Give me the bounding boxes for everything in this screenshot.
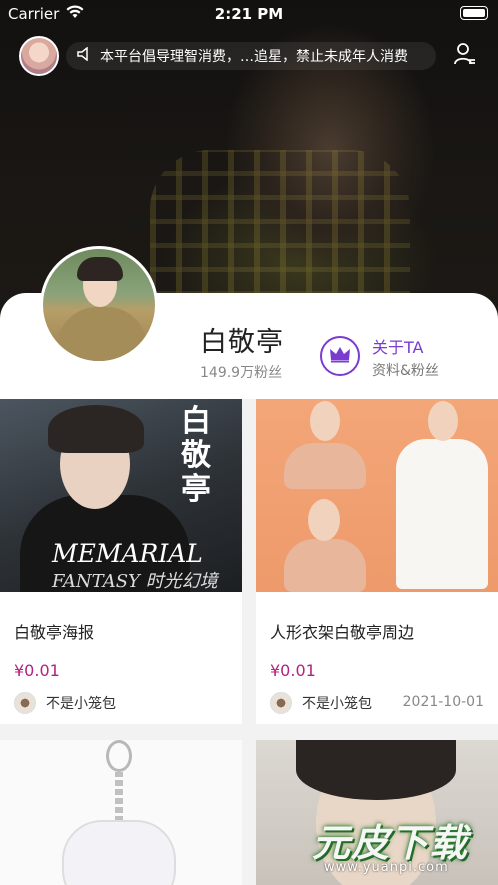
notice-text: 本平台倡导理智消费，…追星，禁止未成年人消费 — [100, 49, 408, 65]
crown-icon — [320, 336, 360, 376]
user-menu-icon[interactable] — [452, 42, 478, 68]
product-image — [256, 399, 498, 592]
product-price: ¥0.01 — [14, 661, 60, 680]
seller-info[interactable]: 不是小笼包 — [270, 691, 372, 715]
product-image — [0, 740, 242, 885]
product-card[interactable] — [0, 740, 242, 885]
watermark-logo: 元皮下载 www.yuanpi.com — [306, 808, 498, 885]
idol-name: 白敬亭 — [200, 327, 284, 358]
idol-avatar[interactable] — [40, 246, 158, 364]
notice-bar[interactable]: 本平台倡导理智消费，…追星，禁止未成年人消费 — [66, 42, 436, 70]
seller-name: 不是小笼包 — [302, 696, 372, 712]
clock: 2:21 PM — [214, 5, 284, 23]
my-avatar[interactable] — [19, 36, 59, 76]
watermark-url: www.yuanpi.com — [324, 860, 449, 875]
product-price: ¥0.01 — [270, 661, 316, 680]
poster-title: 白敬亭 — [181, 404, 211, 507]
about-title: 关于TA — [372, 338, 424, 357]
status-bar: Carrier 2:21 PM — [0, 0, 498, 28]
product-card[interactable]: 白敬亭 MEMARIAL FANTASY 时光幻境 白敬亭海报 ¥0.01 不是… — [0, 399, 242, 724]
shirt-hanger — [396, 439, 488, 589]
seller-info[interactable]: 不是小笼包 — [14, 691, 116, 715]
poster-text: MEMARIAL — [52, 539, 203, 568]
seller-avatar — [270, 692, 292, 714]
seller-name: 不是小笼包 — [46, 696, 116, 712]
about-ta-button[interactable]: 关于TA 资料&粉丝 — [320, 334, 470, 380]
seller-avatar — [14, 692, 36, 714]
product-title: 白敬亭海报 — [14, 623, 95, 642]
product-card[interactable]: 人形衣架白敬亭周边 ¥0.01 不是小笼包 2021-10-01 — [256, 399, 498, 724]
poster-subtext: FANTASY 时光幻境 — [52, 571, 218, 592]
product-image: 白敬亭 MEMARIAL FANTASY 时光幻境 — [0, 399, 242, 592]
product-title: 人形衣架白敬亭周边 — [270, 623, 415, 642]
about-subtitle: 资料&粉丝 — [372, 363, 439, 379]
post-date: 2021-10-01 — [402, 694, 484, 710]
watermark-brand: 元皮下载 — [312, 821, 469, 865]
fan-count: 149.9万粉丝 — [200, 365, 283, 381]
battery-icon — [460, 6, 488, 20]
speaker-icon — [72, 46, 96, 65]
